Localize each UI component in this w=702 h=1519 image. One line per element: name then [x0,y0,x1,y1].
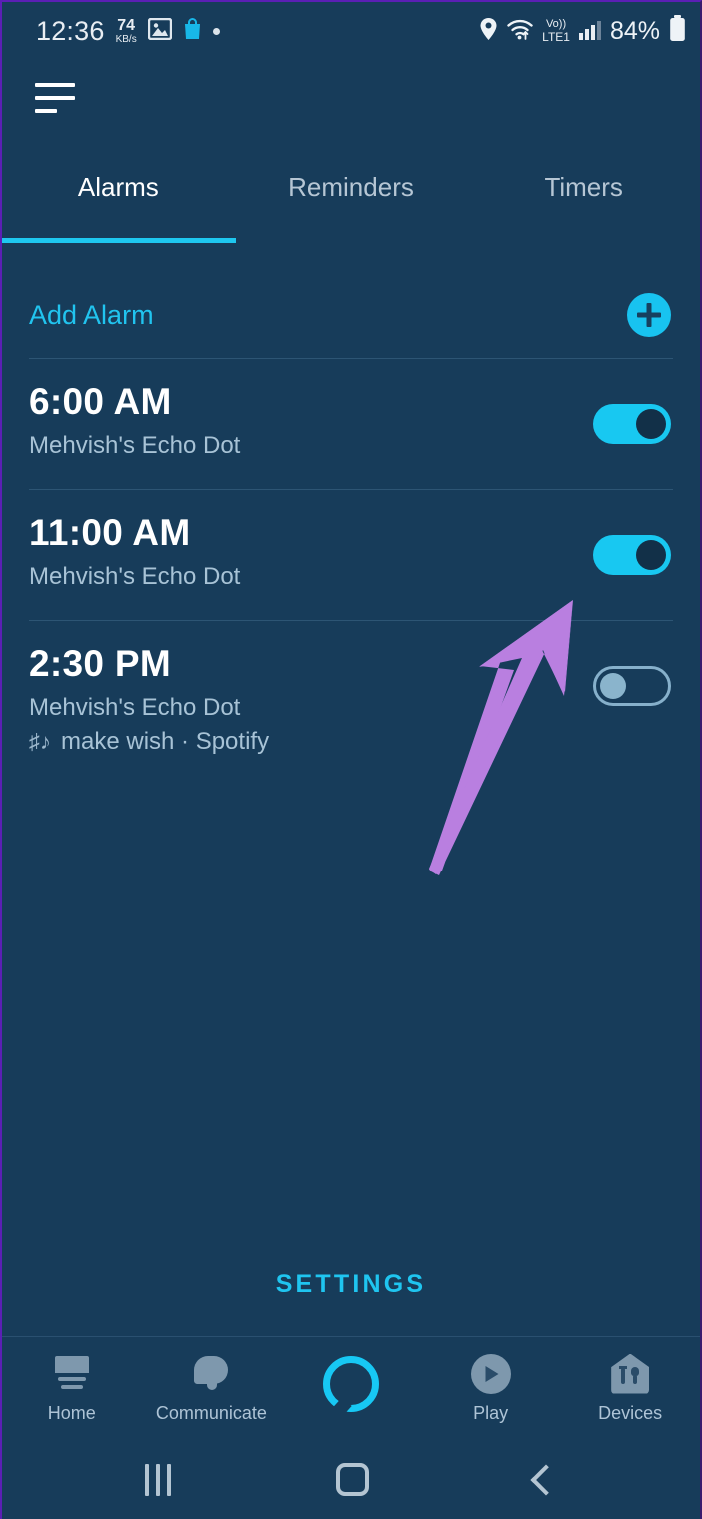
nav-item-alexa[interactable] [281,1337,421,1440]
add-alarm-row[interactable]: Add Alarm [2,272,700,358]
android-navigation-bar [2,1440,700,1519]
location-icon [479,17,498,46]
music-note-icon: ♯♪ [29,729,51,755]
status-bar: 12:36 74 KB/s Vo)) LTE1 84% [2,2,700,60]
status-bar-left: 12:36 74 KB/s [36,16,220,47]
alarm-row[interactable]: 2:30 PM Mehvish's Echo Dot ♯♪ make wish … [2,621,700,778]
alarm-info: 11:00 AM Mehvish's Echo Dot [29,512,241,591]
bottom-nav-bar: Home Communicate Play Devices [2,1336,700,1440]
alarm-toggle[interactable] [593,404,671,444]
phone-screen: 12:36 74 KB/s Vo)) LTE1 84% Alarms Remin… [0,0,702,1519]
tab-bar: Alarms Reminders Timers [2,170,700,244]
battery-icon [669,15,686,47]
hamburger-menu-icon[interactable] [35,80,81,116]
play-circle-icon [469,1353,513,1394]
plus-icon[interactable] [627,293,671,337]
shopping-bag-icon [183,17,202,45]
devices-house-icon [608,1353,652,1394]
status-clock: 12:36 [36,15,105,46]
speech-bubble-icon [189,1354,233,1394]
battery-percentage: 84% [609,16,660,45]
status-bar-right: Vo)) LTE1 84% [479,15,686,47]
alarm-row[interactable]: 6:00 AM Mehvish's Echo Dot [2,359,700,489]
alarm-info: 6:00 AM Mehvish's Echo Dot [29,381,241,460]
volte-indicator: Vo)) LTE1 [542,18,570,44]
toggle-knob [600,673,626,699]
network-speed-indicator: 74 KB/s [115,16,137,45]
hamburger-line [35,109,57,113]
alarm-time: 2:30 PM [29,643,171,684]
wifi-icon [507,18,533,45]
alarm-time: 6:00 AM [29,381,172,422]
alarm-toggle[interactable] [593,666,671,706]
toggle-knob [636,540,666,570]
nav-item-home[interactable]: Home [2,1337,142,1440]
nav-item-play[interactable]: Play [421,1337,561,1440]
alarm-list: 6:00 AM Mehvish's Echo Dot 11:00 AM Mehv… [2,358,700,778]
alarm-device: Mehvish's Echo Dot [29,431,241,459]
nav-label: Home [47,1402,96,1423]
add-alarm-label: Add Alarm [29,299,154,330]
tab-timers[interactable]: Timers [467,170,700,244]
alexa-ring-icon [322,1355,380,1416]
settings-link[interactable]: SETTINGS [2,1270,700,1299]
recents-icon[interactable] [144,1463,171,1496]
toggle-knob [636,409,666,439]
home-square-icon[interactable] [336,1463,370,1496]
nav-label: Play [473,1402,509,1423]
nav-item-communicate[interactable]: Communicate [142,1337,282,1440]
alarm-device: Mehvish's Echo Dot [29,693,241,721]
tab-alarms[interactable]: Alarms [2,170,235,244]
signal-strength-icon [578,21,601,40]
alarm-time: 11:00 AM [29,512,191,553]
alarm-music-label: make wish · Spotify [61,728,270,756]
nav-item-devices[interactable]: Devices [560,1337,700,1440]
hamburger-line [35,96,75,100]
back-chevron-icon[interactable] [530,1463,562,1496]
image-icon [147,17,172,45]
tab-reminders[interactable]: Reminders [235,170,468,244]
dot-icon [212,27,220,35]
alarm-row[interactable]: 11:00 AM Mehvish's Echo Dot [2,490,700,620]
nav-label: Communicate [155,1402,267,1423]
alarm-device: Mehvish's Echo Dot [29,562,241,590]
alarm-info: 2:30 PM Mehvish's Echo Dot ♯♪ make wish … [29,643,269,756]
tab-active-indicator [2,238,236,243]
home-icon [50,1354,94,1394]
alarm-toggle[interactable] [593,535,671,575]
nav-label: Devices [598,1402,663,1423]
hamburger-line [35,83,75,87]
alarm-music: ♯♪ make wish · Spotify [29,728,269,756]
